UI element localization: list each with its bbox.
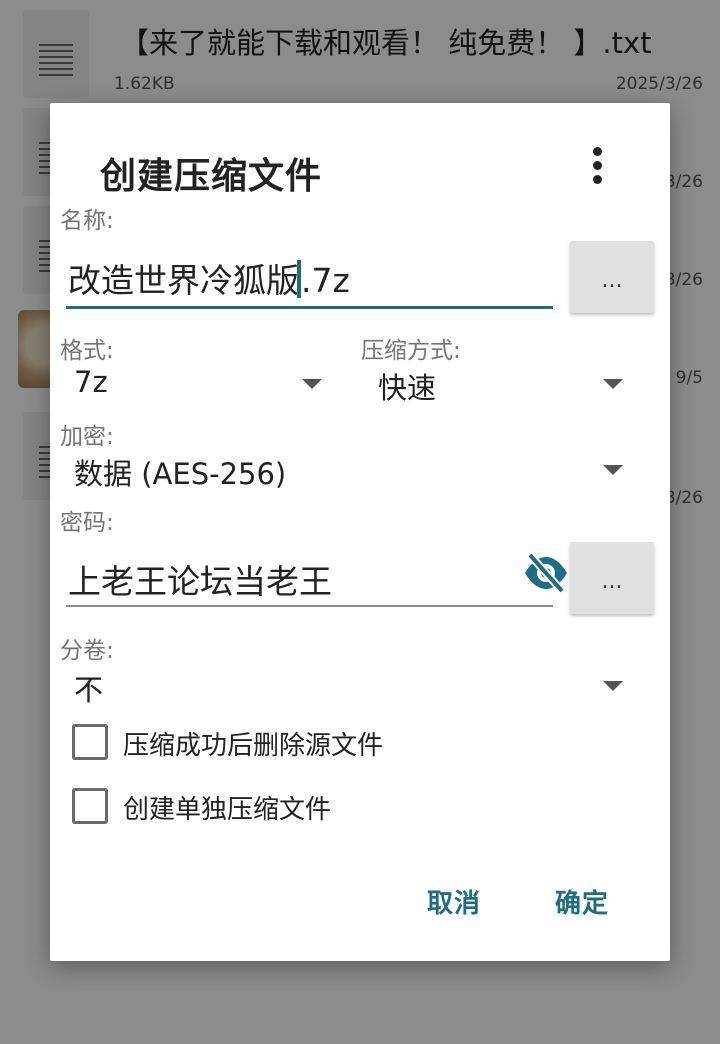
encryption-select[interactable]: 数据 (AES-256) bbox=[58, 445, 632, 497]
dropdown-arrow-icon bbox=[603, 681, 623, 691]
separate-archives-option[interactable]: 创建单独压缩文件 bbox=[72, 788, 492, 828]
archive-name-input[interactable]: 改造世界冷狐版.7z bbox=[66, 240, 553, 309]
dropdown-arrow-icon bbox=[302, 379, 322, 389]
delete-source-checkbox[interactable] bbox=[72, 724, 108, 760]
dropdown-arrow-icon bbox=[603, 379, 623, 389]
split-volume-label: 分卷: bbox=[60, 638, 114, 664]
name-text: 改造世界冷狐版 bbox=[68, 261, 299, 300]
split-volume-value: 不 bbox=[74, 673, 104, 707]
browse-path-button[interactable]: ... bbox=[570, 241, 654, 313]
compression-method-select[interactable]: 快速 bbox=[362, 359, 632, 411]
more-vert-icon[interactable] bbox=[580, 143, 616, 187]
format-value: 7z bbox=[74, 365, 108, 399]
compression-method-value: 快速 bbox=[378, 371, 437, 405]
separate-archives-label: 创建单独压缩文件 bbox=[123, 795, 332, 825]
password-value: 上老王论坛当老王 bbox=[68, 562, 332, 601]
ok-button[interactable]: 确定 bbox=[555, 883, 609, 920]
eye-off-icon[interactable] bbox=[522, 553, 570, 593]
cancel-button[interactable]: 取消 bbox=[427, 883, 481, 920]
split-volume-select[interactable]: 不 bbox=[58, 661, 632, 713]
separate-archives-checkbox[interactable] bbox=[72, 788, 108, 824]
password-input[interactable]: 上老王论坛当老王 bbox=[66, 539, 567, 607]
name-label: 名称: bbox=[60, 208, 114, 234]
create-archive-dialog: 创建压缩文件 名称: 改造世界冷狐版.7z ... 格式: 压缩方式: 7z 快… bbox=[50, 103, 670, 961]
password-options-button[interactable]: ... bbox=[570, 542, 654, 614]
dialog-title: 创建压缩文件 bbox=[100, 156, 323, 197]
delete-source-option[interactable]: 压缩成功后删除源文件 bbox=[72, 724, 492, 764]
archive-name-value: 改造世界冷狐版.7z bbox=[68, 254, 350, 302]
dropdown-arrow-icon bbox=[603, 465, 623, 475]
delete-source-label: 压缩成功后删除源文件 bbox=[123, 731, 384, 761]
password-label: 密码: bbox=[60, 510, 114, 536]
encryption-value: 数据 (AES-256) bbox=[74, 457, 287, 491]
format-select[interactable]: 7z bbox=[58, 359, 328, 411]
name-extension: .7z bbox=[301, 261, 350, 300]
